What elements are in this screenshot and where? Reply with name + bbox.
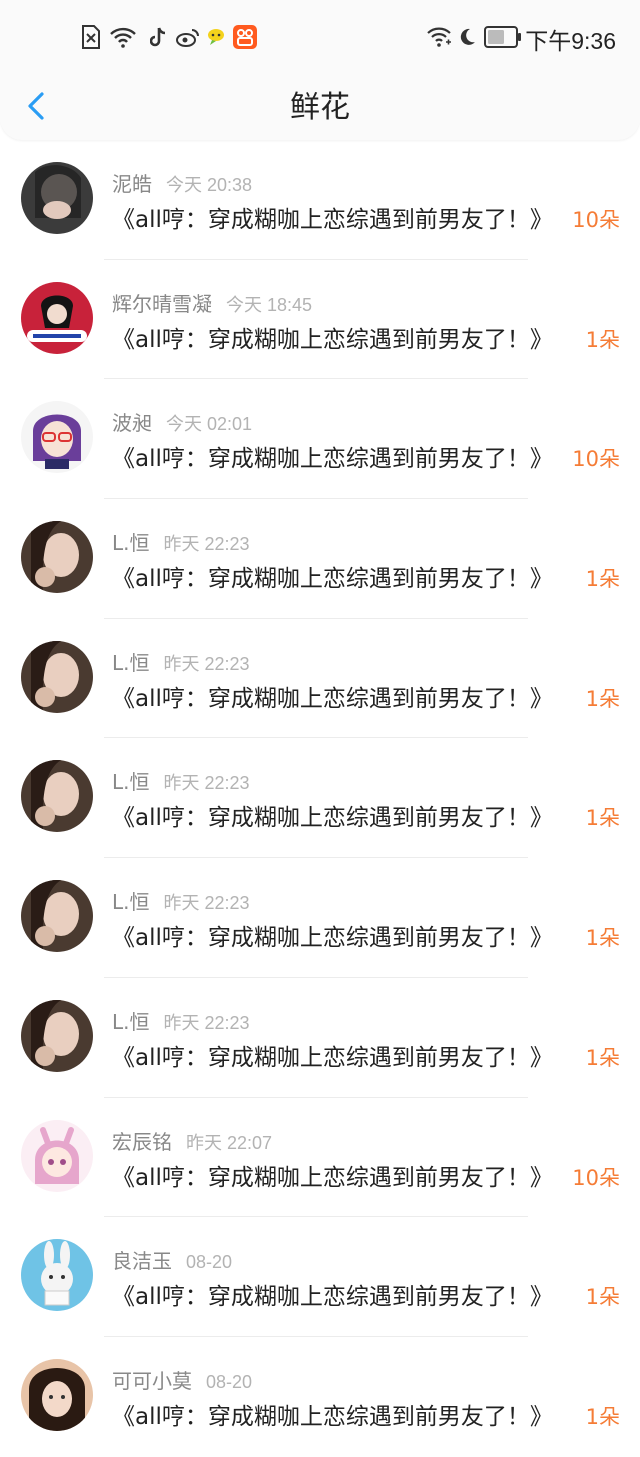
flower-count: 1朵 — [585, 686, 620, 711]
status-bar: 下午9:36 — [0, 0, 640, 72]
chat-app-icon — [206, 24, 226, 50]
list-item[interactable]: L.恒 昨天 22:23 《all哼：穿成糊咖上恋综遇到前男友了！》 1朵 — [0, 858, 640, 978]
list-item[interactable]: L.恒 昨天 22:23 《all哼：穿成糊咖上恋综遇到前男友了！》 1朵 — [0, 978, 640, 1098]
list-item[interactable]: 泥皓 今天 20:38 《all哼：穿成糊咖上恋综遇到前男友了！》 10朵 — [0, 140, 640, 260]
timestamp: 昨天 22:23 — [163, 1012, 250, 1033]
timestamp: 08-20 — [206, 1371, 253, 1392]
wifi-icon — [108, 24, 138, 50]
user-name: 宏辰铭 — [112, 1129, 172, 1154]
flower-count: 10朵 — [572, 447, 620, 472]
sim-none-icon — [80, 24, 102, 50]
timestamp: 昨天 22:23 — [163, 893, 250, 914]
book-title: 《all哼：穿成糊咖上恋综遇到前男友了！》 — [112, 685, 553, 712]
flower-count: 1朵 — [585, 1045, 620, 1070]
timestamp: 昨天 22:23 — [163, 534, 250, 555]
timestamp: 今天 18:45 — [226, 294, 313, 315]
avatar[interactable] — [21, 1239, 93, 1312]
flower-list: 泥皓 今天 20:38 《all哼：穿成糊咖上恋综遇到前男友了！》 10朵 辉尔晴… — [0, 140, 640, 1457]
book-title: 《all哼：穿成糊咖上恋综遇到前男友了！》 — [112, 1044, 553, 1071]
kuaishou-icon — [233, 24, 257, 50]
avatar[interactable] — [21, 999, 93, 1072]
book-title: 《all哼：穿成糊咖上恋综遇到前男友了！》 — [112, 207, 553, 233]
user-name: 辉尔晴雪凝 — [112, 291, 212, 316]
moon-icon — [456, 24, 478, 50]
timestamp: 昨天 22:23 — [163, 653, 250, 674]
avatar[interactable] — [21, 1119, 93, 1192]
user-name: L.恒 — [112, 770, 150, 795]
list-item[interactable]: 良洁玉 08-20 《all哼：穿成糊咖上恋综遇到前男友了！》 1朵 — [0, 1217, 640, 1337]
avatar[interactable] — [21, 521, 93, 594]
list-item[interactable]: L.恒 昨天 22:23 《all哼：穿成糊咖上恋综遇到前男友了！》 1朵 — [0, 738, 640, 859]
timestamp: 今天 02:01 — [166, 414, 253, 435]
flower-count: 1朵 — [585, 1404, 620, 1429]
book-title: 《all哼：穿成糊咖上恋综遇到前男友了！》 — [112, 326, 553, 353]
avatar[interactable] — [21, 640, 93, 713]
battery-icon — [484, 24, 522, 50]
book-title: 《all哼：穿成糊咖上恋综遇到前男友了！》 — [112, 1164, 553, 1191]
user-name: L.恒 — [112, 890, 150, 915]
avatar[interactable] — [21, 281, 93, 354]
avatar[interactable] — [21, 880, 93, 953]
timestamp: 昨天 22:07 — [186, 1132, 273, 1153]
book-title: 《all哼：穿成糊咖上恋综遇到前男友了！》 — [112, 1403, 553, 1430]
flower-count: 1朵 — [585, 1285, 620, 1310]
flower-count: 1朵 — [585, 327, 620, 352]
list-item[interactable]: L.恒 昨天 22:23 《all哼：穿成糊咖上恋综遇到前男友了！》 1朵 — [0, 499, 640, 619]
flower-count: 10朵 — [572, 1165, 620, 1190]
user-name: L.恒 — [112, 531, 150, 556]
flower-count: 1朵 — [585, 806, 620, 831]
book-title: 《all哼：穿成糊咖上恋综遇到前男友了！》 — [112, 805, 553, 832]
avatar[interactable] — [21, 162, 93, 234]
weibo-icon — [176, 24, 200, 50]
book-title: 《all哼：穿成糊咖上恋综遇到前男友了！》 — [112, 446, 553, 473]
tiktok-icon — [148, 24, 170, 50]
book-title: 《all哼：穿成糊咖上恋综遇到前男友了！》 — [112, 566, 553, 593]
avatar[interactable] — [21, 760, 93, 833]
timestamp: 08-20 — [186, 1252, 233, 1273]
user-name: L.恒 — [112, 650, 150, 675]
list-item[interactable]: 辉尔晴雪凝 今天 18:45 《all哼：穿成糊咖上恋综遇到前男友了！》 1朵 — [0, 260, 640, 380]
flower-count: 1朵 — [585, 926, 620, 951]
book-title: 《all哼：穿成糊咖上恋综遇到前男友了！》 — [112, 1284, 553, 1311]
user-name: L.恒 — [112, 1009, 150, 1034]
list-item[interactable]: 宏辰铭 昨天 22:07 《all哼：穿成糊咖上恋综遇到前男友了！》 10朵 — [0, 1098, 640, 1218]
list-item[interactable]: L.恒 昨天 22:23 《all哼：穿成糊咖上恋综遇到前男友了！》 1朵 — [0, 619, 640, 739]
flower-count: 1朵 — [585, 567, 620, 592]
status-time: 下午9:36 — [525, 28, 616, 54]
page-title: 鲜花 — [290, 90, 350, 125]
wifi-signal-icon — [426, 24, 452, 50]
flower-count: 10朵 — [572, 208, 620, 232]
book-title: 《all哼：穿成糊咖上恋综遇到前男友了！》 — [112, 925, 553, 952]
avatar[interactable] — [21, 401, 93, 474]
header: 下午9:36 鲜花 — [0, 0, 640, 140]
avatar[interactable] — [21, 1358, 93, 1431]
timestamp: 今天 20:38 — [166, 175, 253, 195]
user-name: 波昶 — [112, 411, 152, 436]
list-item[interactable]: 波昶 今天 02:01 《all哼：穿成糊咖上恋综遇到前男友了！》 10朵 — [0, 379, 640, 500]
timestamp: 昨天 22:23 — [163, 773, 250, 794]
user-name: 泥皓 — [112, 172, 152, 196]
user-name: 良洁玉 — [112, 1249, 172, 1274]
user-name: 可可小莫 — [112, 1368, 192, 1393]
list-item[interactable]: 可可小莫 08-20 《all哼：穿成糊咖上恋综遇到前男友了！》 1朵 — [0, 1337, 640, 1457]
